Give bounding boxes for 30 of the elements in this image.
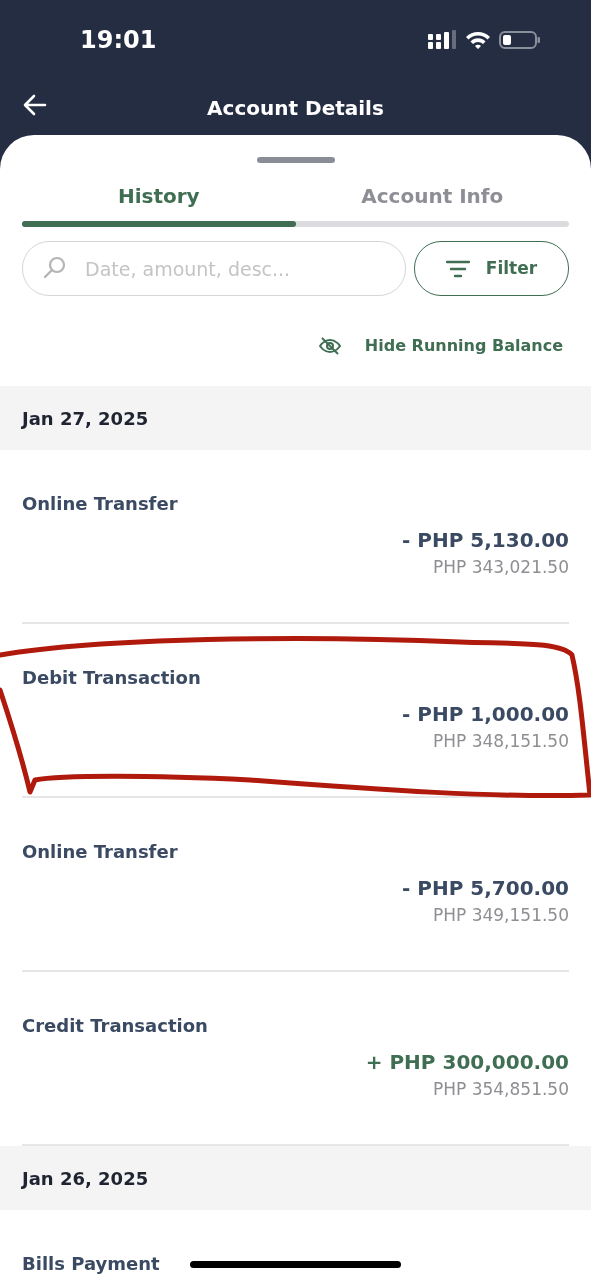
running-balance: PHP 354,851.50 [431, 1078, 569, 1101]
transaction-title: Online Transfer [22, 493, 178, 514]
transaction-amount: - PHP 1,000.00 [401, 701, 569, 728]
running-balance: PHP 349,151.50 [431, 904, 569, 927]
filter-icon [445, 258, 470, 279]
tab[interactable]: History [22, 163, 296, 221]
hide-balance-toggle[interactable]: Hide Running Balance [318, 334, 563, 358]
transaction-title: Bills Payment [22, 1253, 160, 1274]
wifi-icon [465, 30, 491, 50]
transaction-amount: - PHP 5,700.00 [401, 875, 569, 902]
date-header: Jan 26, 2025 [22, 1166, 149, 1191]
back-button[interactable] [22, 92, 48, 118]
tab[interactable]: Account Info [295, 163, 569, 221]
date-header: Jan 27, 2025 [22, 406, 149, 431]
status-time: 19:01 [80, 25, 157, 56]
transaction-title: Online Transfer [22, 841, 178, 862]
screen-title: Account Details [207, 95, 384, 122]
search-field[interactable]: Date, amount, desc... [22, 241, 406, 296]
drag-handle[interactable] [256, 157, 335, 163]
eye-slash-icon [318, 336, 341, 356]
search-icon [42, 255, 68, 281]
transaction-amount: + PHP 300,000.00 [364, 1049, 569, 1076]
transaction-title: Debit Transaction [22, 667, 201, 688]
filter-button[interactable]: Filter [414, 241, 569, 296]
running-balance: PHP 343,021.50 [431, 556, 569, 579]
running-balance: PHP 348,151.50 [431, 730, 569, 753]
battery-icon [499, 30, 541, 50]
signal-icon [428, 30, 457, 50]
transaction-title: Credit Transaction [22, 1015, 208, 1036]
transaction-amount: - PHP 5,130.00 [401, 527, 569, 554]
